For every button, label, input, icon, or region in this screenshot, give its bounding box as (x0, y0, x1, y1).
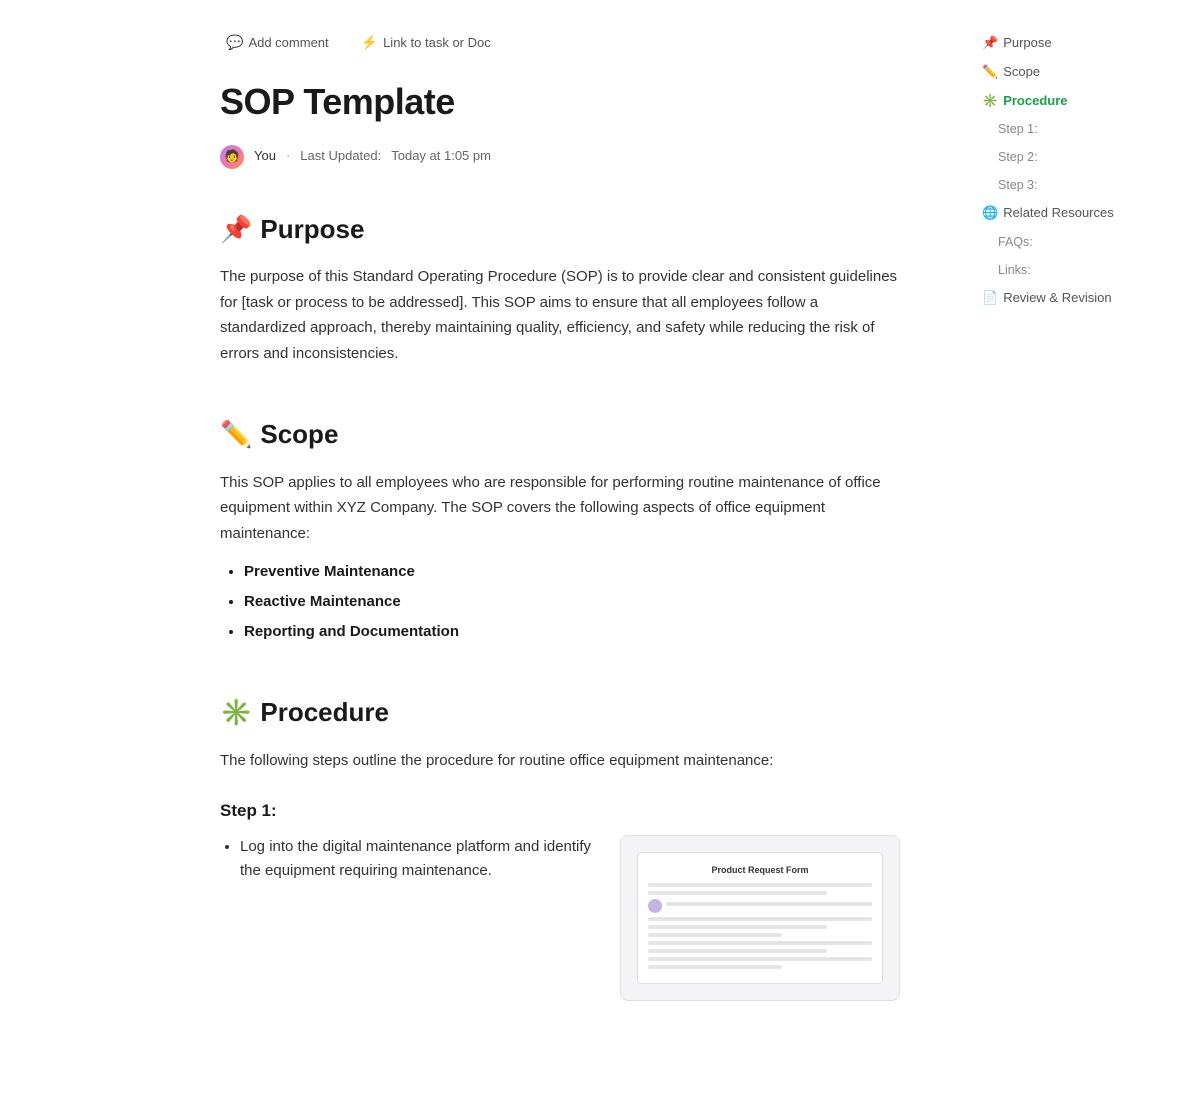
thumbnail-line (648, 965, 782, 969)
purpose-body: The purpose of this Standard Operating P… (220, 264, 900, 366)
toc-item-step2[interactable]: Step 2: (976, 144, 1144, 170)
purpose-emoji: 📌 (220, 209, 252, 251)
section-procedure: ✳️ Procedure The following steps outline… (220, 692, 900, 1001)
step1-list: Log into the digital maintenance platfor… (220, 835, 600, 885)
thumbnail-line (648, 883, 872, 887)
toc-label-links: Links: (998, 260, 1031, 280)
scope-heading-text: Scope (260, 414, 338, 456)
toc-label-related-resources: Related Resources (1003, 203, 1114, 224)
thumbnail-line (648, 891, 827, 895)
add-comment-label: Add comment (248, 35, 328, 50)
toc-emoji-purpose: 📌 (982, 33, 998, 54)
toc-item-faqs[interactable]: FAQs: (976, 229, 1144, 255)
link-icon: ⚡ (361, 34, 378, 51)
purpose-heading: 📌 Purpose (220, 209, 900, 251)
doc-meta: 🧑 You · Last Updated: Today at 1:05 pm (220, 145, 900, 169)
doc-title: SOP Template (220, 73, 900, 131)
add-comment-button[interactable]: 💬 Add comment (220, 30, 335, 55)
thumbnail-line (648, 933, 782, 937)
list-item: Reactive Maintenance (244, 590, 900, 614)
thumbnail-line (648, 917, 872, 921)
toc-label-scope: Scope (1003, 62, 1040, 83)
toc-emoji-procedure: ✳️ (982, 91, 998, 112)
procedure-heading-text: Procedure (260, 692, 389, 734)
purpose-heading-text: Purpose (260, 209, 364, 251)
toc-label-step1: Step 1: (998, 119, 1038, 139)
toolbar: 💬 Add comment ⚡ Link to task or Doc (220, 30, 900, 55)
sidebar-toc: 📌 Purpose ✏️ Scope ✳️ Procedure Step 1: … (960, 0, 1160, 873)
thumbnail-avatar-mini (648, 899, 662, 913)
toc-label-review-revision: Review & Revision (1003, 288, 1111, 309)
list-item: Preventive Maintenance (244, 560, 900, 584)
toc-item-procedure[interactable]: ✳️ Procedure (976, 88, 1144, 115)
toc-item-step3[interactable]: Step 3: (976, 172, 1144, 198)
scope-heading: ✏️ Scope (220, 414, 900, 456)
scope-list: Preventive Maintenance Reactive Maintena… (220, 560, 900, 644)
step1-content: Log into the digital maintenance platfor… (220, 835, 900, 1001)
toc-item-review-revision[interactable]: 📄 Review & Revision (976, 285, 1144, 312)
link-label: Link to task or Doc (383, 35, 491, 50)
thumbnail-line (648, 957, 872, 961)
step1-list-item: Log into the digital maintenance platfor… (240, 835, 600, 885)
section-purpose: 📌 Purpose The purpose of this Standard O… (220, 209, 900, 367)
toc-item-purpose[interactable]: 📌 Purpose (976, 30, 1144, 57)
toc-emoji-related: 🌐 (982, 203, 998, 224)
procedure-emoji: ✳️ (220, 692, 252, 734)
toc-label-faqs: FAQs: (998, 232, 1033, 252)
link-button[interactable]: ⚡ Link to task or Doc (355, 30, 497, 55)
toc-item-links[interactable]: Links: (976, 257, 1144, 283)
author-name: You (254, 146, 276, 167)
timestamp: Today at 1:05 pm (391, 146, 491, 167)
page-container: 💬 Add comment ⚡ Link to task or Doc SOP … (0, 0, 1200, 1109)
toc-item-scope[interactable]: ✏️ Scope (976, 59, 1144, 86)
meta-separator: · (286, 146, 290, 167)
thumbnail-inner: Product Request Form (637, 852, 883, 984)
toc-label-purpose: Purpose (1003, 33, 1051, 54)
thumbnail-line (648, 949, 827, 953)
toc-label-step3: Step 3: (998, 175, 1038, 195)
list-item: Reporting and Documentation (244, 620, 900, 644)
main-content: 💬 Add comment ⚡ Link to task or Doc SOP … (0, 0, 960, 1109)
scope-emoji: ✏️ (220, 414, 252, 456)
avatar: 🧑 (220, 145, 244, 169)
comment-icon: 💬 (226, 34, 243, 51)
last-updated-label: Last Updated: (300, 146, 381, 167)
toc-emoji-scope: ✏️ (982, 62, 998, 83)
procedure-intro: The following steps outline the procedur… (220, 748, 900, 774)
toc-item-related-resources[interactable]: 🌐 Related Resources (976, 200, 1144, 227)
thumbnail-line (648, 941, 872, 945)
procedure-heading: ✳️ Procedure (220, 692, 900, 734)
thumbnail-line (666, 902, 872, 906)
thumbnail-avatar-row (648, 899, 872, 913)
step1-heading: Step 1: (220, 797, 900, 824)
toc-item-step1[interactable]: Step 1: (976, 116, 1144, 142)
scope-body: This SOP applies to all employees who ar… (220, 470, 900, 547)
doc-thumbnail: Product Request Form (620, 835, 900, 1001)
thumbnail-line (648, 925, 827, 929)
thumbnail-title: Product Request Form (648, 863, 872, 877)
toc-emoji-review: 📄 (982, 288, 998, 309)
toc-label-step2: Step 2: (998, 147, 1038, 167)
toc-label-procedure: Procedure (1003, 91, 1067, 112)
section-scope: ✏️ Scope This SOP applies to all employe… (220, 414, 900, 644)
